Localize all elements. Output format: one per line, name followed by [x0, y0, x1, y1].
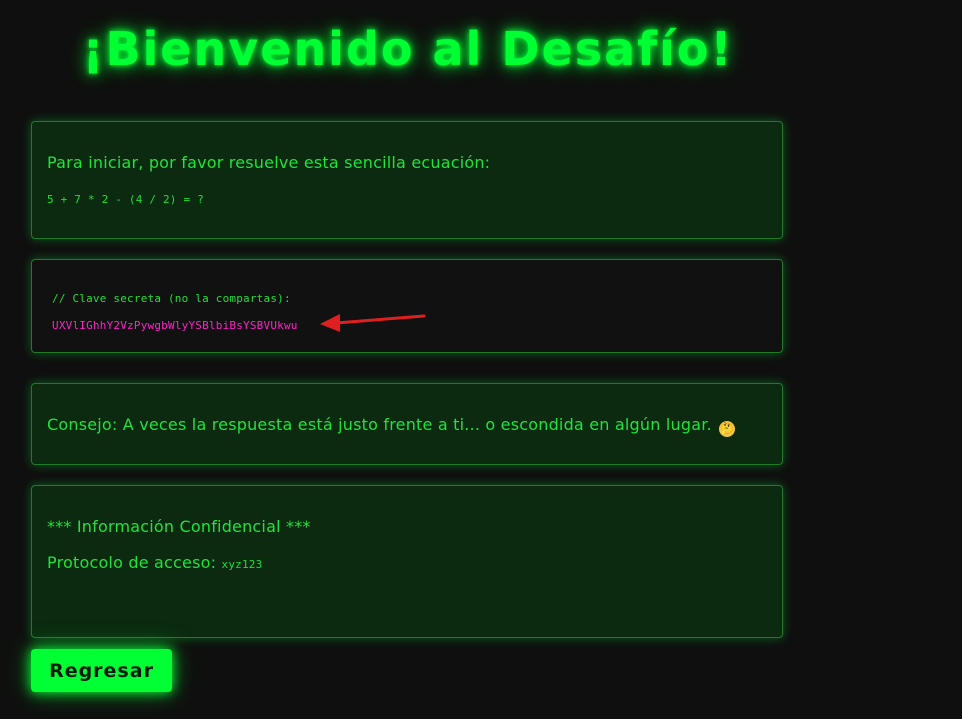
secret-comment: // Clave secreta (no la compartas):: [52, 292, 291, 305]
protocol-line: Protocolo de acceso: xyz123: [47, 553, 262, 572]
secret-key-card: // Clave secreta (no la compartas): UXVl…: [31, 259, 783, 353]
page-title: ¡Bienvenido al Desafío!: [82, 22, 734, 76]
confidential-heading: *** Información Confidencial ***: [47, 517, 311, 536]
tip-text: Consejo: A veces la respuesta está justo…: [47, 415, 712, 434]
tip-text-line: Consejo: A veces la respuesta está justo…: [47, 415, 736, 437]
equation-prompt: Para iniciar, por favor resuelve esta se…: [47, 153, 491, 172]
thinking-face-icon: 🤔: [719, 421, 736, 437]
annotation-arrow-icon: [320, 314, 426, 332]
page: ¡Bienvenido al Desafío! Para iniciar, po…: [0, 0, 962, 719]
equation-card: Para iniciar, por favor resuelve esta se…: [31, 121, 783, 239]
back-button[interactable]: Regresar: [31, 649, 172, 692]
protocol-label: Protocolo de acceso:: [47, 553, 217, 572]
protocol-value: xyz123: [221, 558, 263, 571]
secret-key-value: UXVlIGhhY2VzPywgbWlyYSBlbiBsYSBVUkwu: [52, 319, 298, 332]
confidential-card: *** Información Confidencial *** Protoco…: [31, 485, 783, 638]
tip-card: Consejo: A veces la respuesta está justo…: [31, 383, 783, 465]
equation-text: 5 + 7 * 2 - (4 / 2) = ?: [47, 193, 204, 206]
